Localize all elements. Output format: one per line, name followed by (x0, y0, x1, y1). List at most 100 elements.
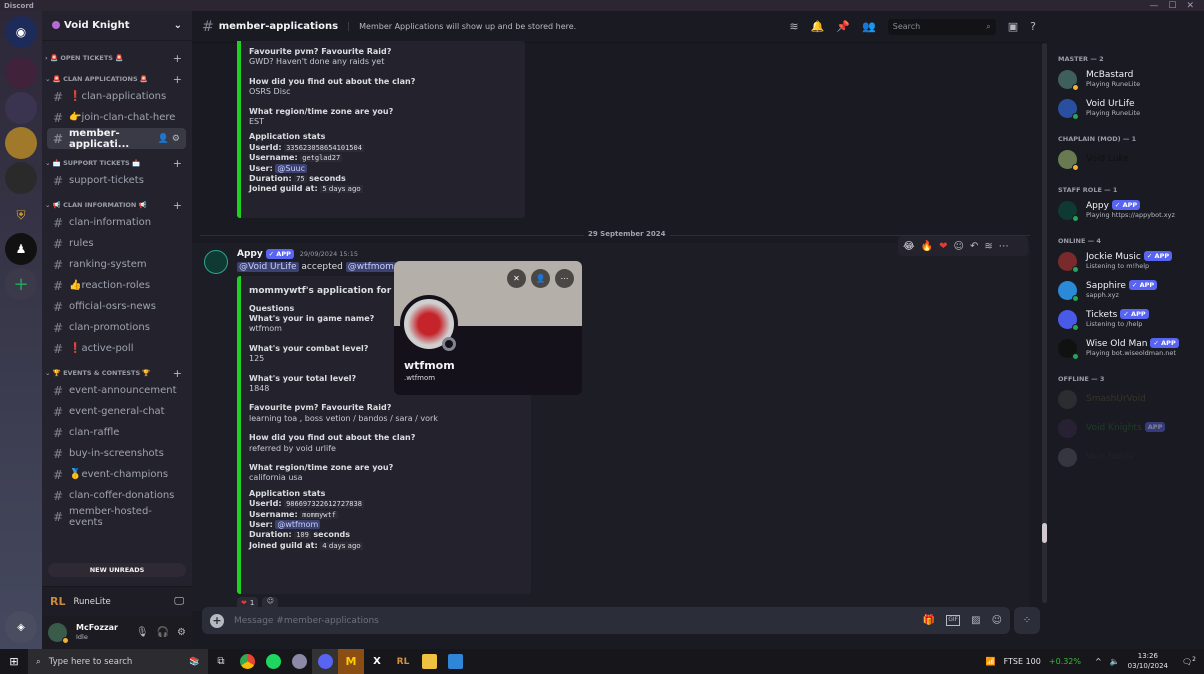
server-icon[interactable] (5, 127, 37, 159)
taskbar-search[interactable]: ⌕ Type here to search 📚 (28, 649, 208, 674)
member-item[interactable]: McBastard Playing RuneLite (1046, 65, 1204, 94)
app-icon[interactable] (286, 649, 312, 674)
notifications-icon[interactable]: 🗨2 (1182, 656, 1196, 667)
channel-clan-raffle[interactable]: # clan-raffle (47, 422, 186, 443)
channel-support-tickets[interactable]: # support-tickets (47, 170, 186, 191)
remove-friend-icon[interactable]: ✕ (507, 269, 526, 288)
chevron-up-icon[interactable]: ^ (1095, 657, 1102, 666)
member-item[interactable]: Wise Old Man ✓ APP Playing bot.wiseoldman.… (1046, 334, 1204, 363)
volume-icon[interactable]: 🔈 (1110, 657, 1120, 666)
user-mention[interactable]: @Void UrLife (237, 262, 299, 272)
task-view-icon[interactable]: ⧉ (208, 649, 234, 674)
discover-icon[interactable]: ◈ (5, 611, 37, 643)
spotify-icon[interactable] (260, 649, 286, 674)
gift-icon[interactable]: 🎁 (923, 615, 935, 626)
member-item[interactable]: Void Knights APP (1046, 414, 1204, 443)
search-input[interactable]: Search ⌕ (887, 18, 996, 35)
gear-icon[interactable]: ⚙ (172, 134, 180, 144)
threads-icon[interactable]: ≋ (789, 20, 798, 33)
channel-member-applications[interactable]: # member-applicati... 👤 ⚙ (47, 128, 186, 150)
message-input[interactable]: Message #member-applications (234, 616, 379, 626)
runelite-icon[interactable]: RL (390, 649, 416, 674)
headphones-icon[interactable]: 🎧 (157, 627, 169, 638)
member-item[interactable]: SmashUrVoid (1046, 385, 1204, 414)
category-clan-information[interactable]: ⌄ 📢 CLAN INFORMATION 📢 + (42, 198, 192, 212)
message-author[interactable]: Appy (237, 249, 263, 259)
member-list-scrollbar[interactable] (1042, 43, 1047, 603)
add-channel-icon[interactable]: + (173, 367, 182, 380)
fire-reaction-icon[interactable]: 🔥 (921, 241, 933, 252)
discord-icon[interactable] (312, 649, 338, 674)
member-item[interactable]: Jockie Music ✓ APP Listening to m!help (1046, 247, 1204, 276)
profile-avatar[interactable] (400, 295, 458, 353)
add-channel-icon[interactable]: + (173, 52, 182, 65)
clock[interactable]: 13:26 03/10/2024 (1128, 652, 1168, 670)
server-icon[interactable] (5, 57, 37, 89)
channel-buy-in-screenshots[interactable]: # buy-in-screenshots (47, 443, 186, 464)
windows-start-icon[interactable]: ⊞ (0, 649, 28, 674)
new-unreads-pill[interactable]: NEW UNREADS (48, 563, 186, 577)
file-explorer-icon[interactable] (416, 649, 442, 674)
channel-active-poll[interactable]: # ❗active-poll (47, 338, 186, 359)
member-item[interactable]: Void Luke (1046, 145, 1204, 174)
thread-icon[interactable]: ≋ (984, 241, 992, 252)
bell-icon[interactable]: 🔔 (811, 20, 825, 33)
category-open-tickets[interactable]: › 🚨 OPEN TICKETS 🚨 + (42, 51, 192, 65)
user-mention[interactable]: @wtfmom (275, 519, 321, 529)
channel-reaction-roles[interactable]: # 👍reaction-roles (47, 275, 186, 296)
member-list-icon[interactable]: 👥 (862, 20, 876, 33)
channel-ranking-system[interactable]: # ranking-system (47, 254, 186, 275)
channel-clan-information[interactable]: # clan-information (47, 212, 186, 233)
attach-plus-icon[interactable]: + (210, 613, 224, 628)
channel-member-hosted-events[interactable]: # member-hosted-events (47, 506, 186, 528)
channel-event-general-chat[interactable]: # event-general-chat (47, 401, 186, 422)
add-channel-icon[interactable]: + (173, 199, 182, 212)
channel-clan-promotions[interactable]: # clan-promotions (47, 317, 186, 338)
minimize-button[interactable]: — (1149, 1, 1158, 11)
category-support-tickets[interactable]: ⌄ 📩 SUPPORT TICKETS 📩 + (42, 156, 192, 170)
maximize-button[interactable]: ☐ (1168, 1, 1176, 11)
spartan-helmet-icon[interactable]: ⛨ (5, 199, 37, 231)
sticker-icon[interactable]: ▨ (971, 615, 980, 626)
add-reaction-icon[interactable]: ☺ (954, 241, 964, 252)
server-icon[interactable] (5, 162, 37, 194)
member-item[interactable]: Sapphire ✓ APP sapph.xyz (1046, 276, 1204, 305)
add-friend-icon[interactable]: 👤 (531, 269, 550, 288)
chrome-icon[interactable] (234, 649, 260, 674)
more-options-icon[interactable]: ⋯ (555, 269, 574, 288)
server-icon[interactable]: ♟ (5, 233, 37, 265)
apps-button[interactable]: ⁘ (1014, 607, 1040, 634)
channel-clan-coffer-donations[interactable]: # clan-coffer-donations (47, 485, 186, 506)
guild-header[interactable]: Void Knight ⌄ (42, 11, 192, 41)
screen-share-icon[interactable]: 🖵 (174, 596, 184, 607)
photos-icon[interactable] (442, 649, 468, 674)
heart-reaction-icon[interactable]: ❤ (939, 241, 947, 252)
gear-icon[interactable]: ⚙ (177, 627, 186, 638)
close-button[interactable]: ✕ (1186, 1, 1194, 11)
message-composer[interactable]: + Message #member-applications 🎁 GIF ▨ ☺ (202, 607, 1010, 634)
category-clan-applications[interactable]: ⌄ 🚨 CLAN APPLICATIONS 🚨 + (42, 72, 192, 86)
invite-icon[interactable]: 👤 (158, 134, 169, 144)
message-avatar[interactable] (204, 250, 228, 274)
channel-clan-applications[interactable]: # ❗clan-applications (47, 86, 186, 107)
joy-reaction-icon[interactable]: 😂 (903, 241, 915, 252)
emoji-icon[interactable]: ☺ (992, 615, 1002, 626)
add-channel-icon[interactable]: + (173, 157, 182, 170)
avatar[interactable] (48, 623, 69, 644)
channel-official-osrs-news[interactable]: # official-osrs-news (47, 296, 186, 317)
channel-rules[interactable]: # rules (47, 233, 186, 254)
gif-icon[interactable]: GIF (946, 615, 961, 626)
microphone-icon[interactable]: 🎙 (136, 627, 149, 638)
channel-event-announcement[interactable]: # event-announcement (47, 380, 186, 401)
add-channel-icon[interactable]: + (173, 73, 182, 86)
more-options-icon[interactable]: ⋯ (999, 241, 1009, 252)
direct-messages-icon[interactable]: ◉ (5, 16, 37, 48)
help-icon[interactable]: ? (1030, 20, 1036, 33)
ticker-name[interactable]: FTSE 100 (1004, 657, 1041, 666)
member-item[interactable]: Tickets ✓ APP Listening to /help (1046, 305, 1204, 334)
member-item[interactable]: Void Noble (1046, 443, 1204, 472)
m-app-icon[interactable]: M (338, 649, 364, 674)
x-app-icon[interactable]: X (364, 649, 390, 674)
reply-icon[interactable]: ↶ (970, 241, 978, 252)
user-mention[interactable]: @wtfmom (345, 262, 396, 272)
